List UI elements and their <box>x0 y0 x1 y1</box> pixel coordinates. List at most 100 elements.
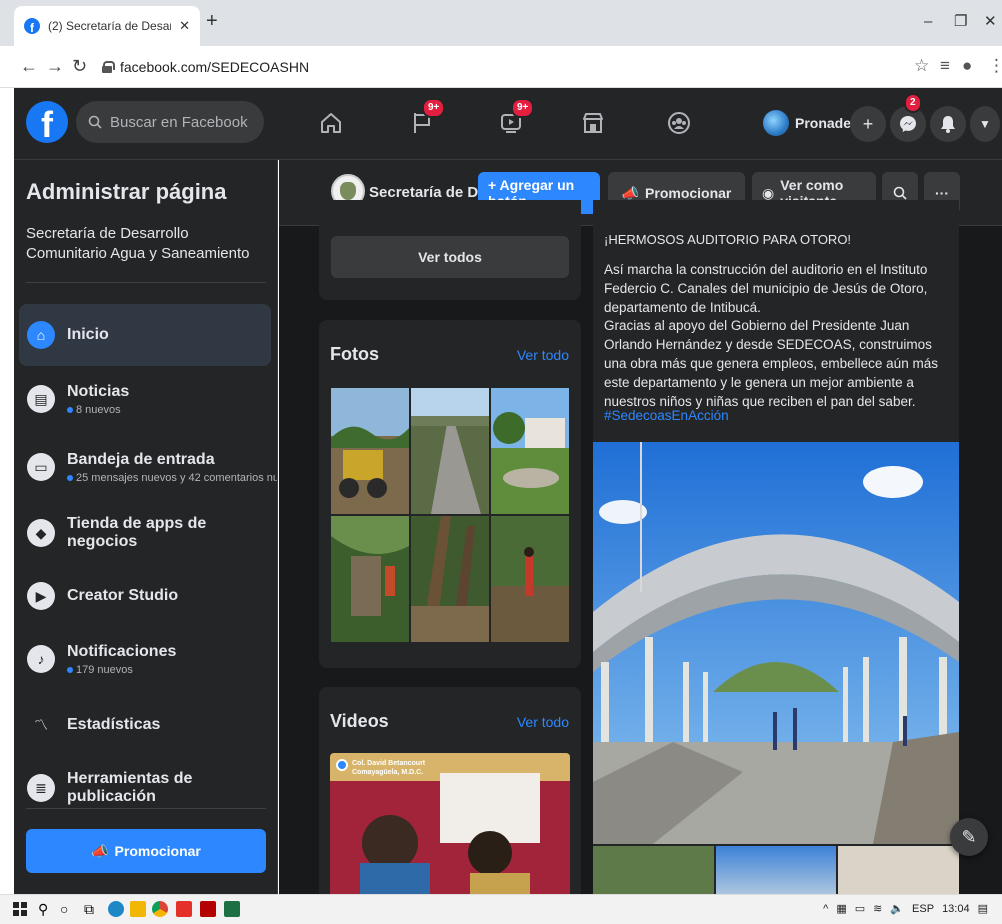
task-view-icon[interactable]: ⧉ <box>84 901 100 917</box>
sidebar-item-label: Estadísticas <box>67 716 161 733</box>
see-all-button[interactable]: Ver todos <box>331 236 569 278</box>
browser-tab-strip: f (2) Secretaría de Desarrollo Com… ✕ + … <box>0 0 1002 46</box>
facebook-favicon-icon: f <box>24 18 40 34</box>
home-icon[interactable] <box>318 110 344 136</box>
sidebar-title: Administrar página <box>26 179 227 204</box>
chrome-menu-icon[interactable]: ⋮ <box>988 56 1002 76</box>
sidebar-item-label: Notificaciones <box>67 642 177 660</box>
photos-card: Fotos Ver todo <box>319 320 581 668</box>
sidebar-item-creator-studio[interactable]: ▶ Creator Studio <box>19 565 271 627</box>
photos-see-all-link[interactable]: Ver todo <box>517 347 569 363</box>
photo-thumbnail[interactable] <box>491 516 569 642</box>
wifi-icon[interactable]: ≋ <box>873 902 882 915</box>
news-icon: ▤ <box>27 385 55 413</box>
sidebar-item-label: Herramientas de publicación <box>67 770 193 805</box>
photo-thumbnail[interactable] <box>331 388 409 514</box>
plus-icon: + <box>862 113 874 134</box>
pdf-reader-icon[interactable] <box>176 901 192 917</box>
browser-tab[interactable]: f (2) Secretaría de Desarrollo Com… ✕ <box>14 6 200 46</box>
media-app-icon[interactable] <box>200 901 216 917</box>
sidebar-item-inicio[interactable]: ⌂ Inicio <box>19 304 271 366</box>
bell-icon: ♪ <box>27 645 55 673</box>
search-icon <box>88 115 102 129</box>
facebook-search[interactable] <box>76 101 264 143</box>
bookmark-star-icon[interactable]: ☆ <box>914 56 929 76</box>
video-caption-line-2: Comayagüela, M.D.C. <box>352 769 424 776</box>
photo-thumbnail[interactable] <box>838 846 960 894</box>
close-window-icon[interactable]: ✕ <box>984 12 997 32</box>
video-thumbnail[interactable]: Col. David Betancourt Comayagüela, M.D.C… <box>330 753 570 894</box>
photos-title: Fotos <box>330 344 379 364</box>
account-menu-button[interactable]: ▼ <box>970 106 1000 142</box>
photo-thumbnail[interactable] <box>411 388 489 514</box>
photo-thumbnail[interactable] <box>593 846 714 894</box>
volume-icon[interactable]: 🔈 <box>890 902 904 915</box>
post-title: ¡HERMOSOS AUDITORIO PARA OTORO! <box>604 232 852 247</box>
marketplace-icon[interactable] <box>580 110 606 136</box>
post-hashtag-link[interactable]: #SedecoasEnAcción <box>604 408 729 423</box>
bell-icon <box>941 116 955 133</box>
restore-icon[interactable]: ❐ <box>954 12 967 32</box>
close-tab-icon[interactable]: ✕ <box>179 18 190 34</box>
sidebar-item-sub: 179 nuevos <box>67 664 176 676</box>
sidebar-item-tienda[interactable]: ◆ Tienda de apps de negocios <box>19 502 271 564</box>
edge-icon[interactable] <box>108 901 124 917</box>
videos-see-all-link[interactable]: Ver todo <box>517 714 569 730</box>
sidebar-item-estadisticas[interactable]: 〽 Estadísticas <box>19 694 271 756</box>
cortana-icon[interactable]: ○ <box>60 901 76 917</box>
system-tray: ^ ▦ ▭ ≋ 🔈 ESP 13:04 ▤ <box>823 902 988 916</box>
feed-post: ¡HERMOSOS AUDITORIO PARA OTORO! Así marc… <box>593 200 960 894</box>
address-bar[interactable]: facebook.com/SEDECOASHN <box>94 52 894 82</box>
post-thumbnails <box>593 846 960 894</box>
sidebar-promote-button[interactable]: 📣 Promocionar <box>26 829 266 873</box>
battery-icon[interactable]: ▭ <box>855 902 865 915</box>
back-icon[interactable]: ← <box>20 56 38 76</box>
divider <box>26 282 266 283</box>
create-button[interactable]: + <box>850 106 886 142</box>
language-indicator[interactable]: ESP <box>912 903 934 915</box>
notification-center-icon[interactable]: ▤ <box>978 902 988 915</box>
video-location-tag: Col. David Betancourt Comayagüela, M.D.C… <box>336 759 425 777</box>
browser-tab-title: (2) Secretaría de Desarrollo Com… <box>48 19 172 33</box>
new-message-button[interactable]: ✎ <box>950 818 988 856</box>
post-paragraph-2: Gracias al apoyo del Gobierno del Presid… <box>604 318 938 409</box>
post-main-photo[interactable] <box>593 442 959 844</box>
search-input[interactable] <box>110 113 250 131</box>
forward-icon[interactable]: → <box>46 56 64 76</box>
sidebar-item-sub: 8 nuevos <box>67 404 129 416</box>
photo-thumbnail[interactable] <box>411 516 489 642</box>
lock-icon <box>102 61 115 73</box>
sidebar-item-bandeja[interactable]: ▭ Bandeja de entrada 25 mensajes nuevos … <box>19 436 277 498</box>
excel-icon[interactable] <box>224 901 240 917</box>
sidebar-item-herramientas[interactable]: ≣ Herramientas de publicación <box>19 757 271 819</box>
reading-list-icon[interactable]: ≡ <box>940 56 950 76</box>
videos-title: Videos <box>330 711 389 731</box>
windows-start-icon[interactable] <box>12 901 28 917</box>
chevron-up-icon[interactable]: ^ <box>823 903 828 915</box>
card-see-all: Ver todos <box>319 200 581 300</box>
reload-icon[interactable]: ↻ <box>72 56 87 76</box>
sidebar-item-notificaciones[interactable]: ♪ Notificaciones 179 nuevos <box>19 628 271 690</box>
publishing-tools-icon: ≣ <box>27 774 55 802</box>
clock[interactable]: 13:04 <box>942 903 970 915</box>
photo-thumbnail[interactable] <box>491 388 569 514</box>
address-url: facebook.com/SEDECOASHN <box>120 59 310 75</box>
store-icon: ◆ <box>27 519 55 547</box>
profile-avatar-icon[interactable]: ● <box>962 56 972 76</box>
new-tab-icon[interactable]: + <box>206 11 218 31</box>
network-icon[interactable]: ▦ <box>836 902 846 915</box>
file-explorer-icon[interactable] <box>130 901 146 917</box>
search-icon[interactable]: ⚲ <box>38 901 54 917</box>
notifications-button[interactable] <box>930 106 966 142</box>
sidebar-page-name[interactable]: Secretaría de Desarrollo Comunitario Agu… <box>26 224 266 264</box>
photo-thumbnail[interactable] <box>715 846 837 894</box>
photo-thumbnail[interactable] <box>331 516 409 642</box>
sidebar-item-noticias[interactable]: ▤ Noticias 8 nuevos <box>19 368 271 430</box>
facebook-logo-icon[interactable]: f <box>26 101 68 143</box>
groups-icon[interactable] <box>666 110 692 136</box>
home-icon: ⌂ <box>27 321 55 349</box>
page-short-name[interactable]: Secretaría de D... <box>369 184 491 201</box>
chrome-icon[interactable] <box>152 901 168 917</box>
sidebar-item-sub: 25 mensajes nuevos y 42 comentarios nuev… <box>67 472 277 484</box>
minimize-icon[interactable]: – <box>924 12 932 32</box>
